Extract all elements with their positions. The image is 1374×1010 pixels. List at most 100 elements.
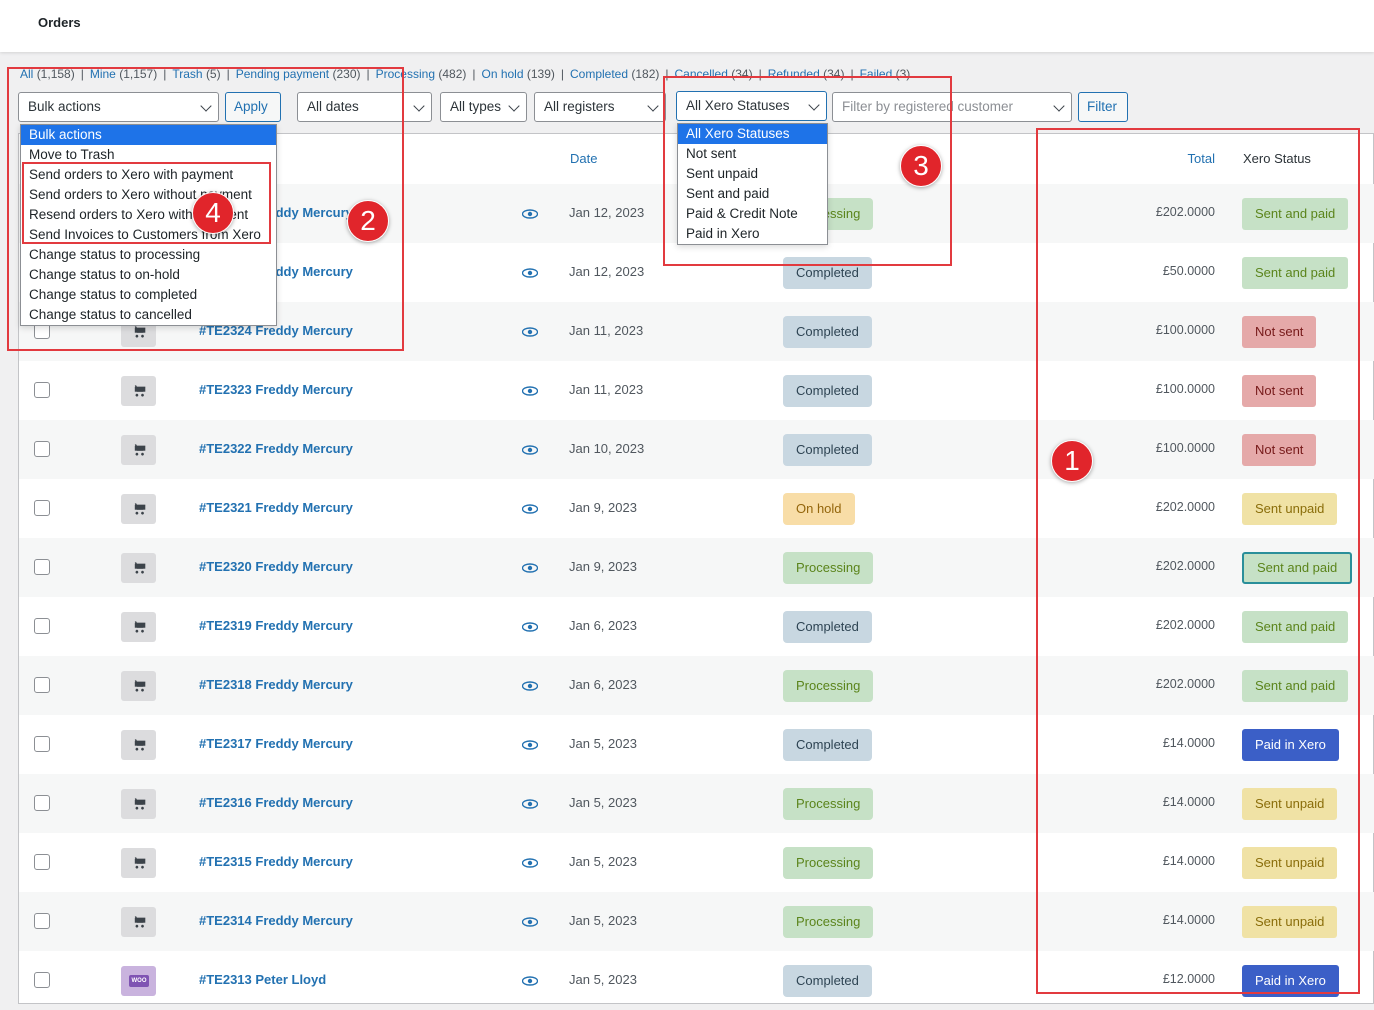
marker-3: 3 — [900, 145, 942, 187]
types-filter-label: All types — [450, 99, 502, 114]
cart-icon — [121, 730, 156, 760]
row-checkbox[interactable] — [34, 736, 50, 752]
marker-2: 2 — [347, 200, 389, 242]
highlight-box-xero-status-column — [1036, 128, 1360, 994]
order-link[interactable]: #TE2316 Freddy Mercury — [199, 795, 353, 810]
preview-eye-icon[interactable] — [521, 325, 539, 340]
order-link[interactable]: #TE2313 Peter Lloyd — [199, 972, 326, 987]
row-checkbox[interactable] — [34, 913, 50, 929]
order-date: Jan 12, 2023 — [569, 264, 645, 279]
registers-filter-select[interactable]: All registers — [534, 92, 666, 122]
order-date: Jan 5, 2023 — [569, 736, 637, 751]
row-checkbox[interactable] — [34, 854, 50, 870]
order-link[interactable]: #TE2315 Freddy Mercury — [199, 854, 353, 869]
highlight-box-xero-bulk-actions — [22, 162, 271, 244]
row-checkbox[interactable] — [34, 795, 50, 811]
order-date: Jan 5, 2023 — [569, 972, 637, 987]
order-link[interactable]: #TE2318 Freddy Mercury — [199, 677, 353, 692]
order-status-badge: Completed — [783, 729, 872, 761]
order-date: Jan 5, 2023 — [569, 913, 637, 928]
view-separator: | — [472, 67, 476, 81]
registers-filter-label: All registers — [544, 99, 615, 114]
view-link-label: Completed — [570, 67, 629, 81]
preview-eye-icon[interactable] — [521, 207, 539, 222]
order-date: Jan 12, 2023 — [569, 205, 645, 220]
order-link[interactable]: #TE2317 Freddy Mercury — [199, 736, 353, 751]
preview-eye-icon[interactable] — [521, 797, 539, 812]
order-date: Jan 11, 2023 — [569, 382, 644, 397]
types-filter-select[interactable]: All types — [440, 92, 527, 122]
marker-1: 1 — [1051, 440, 1093, 482]
order-date: Jan 9, 2023 — [569, 559, 637, 574]
order-link[interactable]: #TE2322 Freddy Mercury — [199, 441, 353, 456]
view-separator: | — [560, 67, 564, 81]
row-checkbox[interactable] — [34, 559, 50, 575]
cart-icon — [121, 494, 156, 524]
order-status-badge: Completed — [783, 316, 872, 348]
order-date: Jan 5, 2023 — [569, 795, 637, 810]
cart-icon — [121, 376, 156, 406]
marker-4: 4 — [192, 192, 234, 234]
column-header-date[interactable]: Date — [570, 151, 597, 166]
row-checkbox[interactable] — [34, 618, 50, 634]
order-date: Jan 10, 2023 — [569, 441, 645, 456]
woo-badge: WOO — [129, 975, 149, 987]
order-link[interactable]: #TE2314 Freddy Mercury — [199, 913, 353, 928]
chevron-down-icon — [413, 100, 425, 112]
order-date: Jan 9, 2023 — [569, 500, 637, 515]
row-checkbox[interactable] — [34, 500, 50, 516]
preview-eye-icon[interactable] — [521, 266, 539, 281]
row-checkbox[interactable] — [34, 441, 50, 457]
order-date: Jan 5, 2023 — [569, 854, 637, 869]
order-link[interactable]: #TE2323 Freddy Mercury — [199, 382, 353, 397]
order-link[interactable]: #TE2321 Freddy Mercury — [199, 500, 353, 515]
view-link-count: (182) — [631, 67, 660, 81]
order-date: Jan 6, 2023 — [569, 618, 637, 633]
chevron-down-icon — [647, 100, 659, 112]
order-status-badge: Completed — [783, 375, 872, 407]
cart-icon — [121, 907, 156, 937]
order-status-badge: Completed — [783, 611, 872, 643]
page-title: Orders — [38, 15, 81, 30]
preview-eye-icon[interactable] — [521, 443, 539, 458]
view-link[interactable]: On hold (139) — [481, 67, 554, 81]
preview-eye-icon[interactable] — [521, 679, 539, 694]
view-link[interactable]: Completed (182) — [570, 67, 659, 81]
order-status-badge: On hold — [783, 493, 855, 525]
order-status-badge: Processing — [783, 788, 874, 820]
order-status-badge: Processing — [783, 847, 874, 879]
order-status-badge: Completed — [783, 434, 872, 466]
woo-icon: WOO — [121, 966, 156, 996]
preview-eye-icon[interactable] — [521, 915, 539, 930]
cart-icon — [121, 435, 156, 465]
view-link-count: (139) — [526, 67, 555, 81]
view-link-count: (482) — [438, 67, 467, 81]
cart-icon — [121, 553, 156, 583]
order-date: Jan 6, 2023 — [569, 677, 637, 692]
cart-icon — [121, 789, 156, 819]
order-date: Jan 11, 2023 — [569, 323, 644, 338]
order-status-badge: Completed — [783, 965, 872, 997]
preview-eye-icon[interactable] — [521, 738, 539, 753]
order-link[interactable]: #TE2319 Freddy Mercury — [199, 618, 353, 633]
order-status-badge: Processing — [783, 552, 874, 584]
cart-icon — [121, 612, 156, 642]
view-link-label: On hold — [481, 67, 524, 81]
order-link[interactable]: #TE2320 Freddy Mercury — [199, 559, 353, 574]
preview-eye-icon[interactable] — [521, 974, 539, 989]
preview-eye-icon[interactable] — [521, 502, 539, 517]
chevron-down-icon — [508, 100, 520, 112]
chevron-down-icon — [1053, 100, 1065, 112]
preview-eye-icon[interactable] — [521, 620, 539, 635]
order-status-badge: Processing — [783, 670, 874, 702]
top-bar: Orders — [0, 0, 1374, 52]
preview-eye-icon[interactable] — [521, 856, 539, 871]
row-checkbox[interactable] — [34, 972, 50, 988]
cart-icon — [121, 671, 156, 701]
row-checkbox[interactable] — [34, 382, 50, 398]
preview-eye-icon[interactable] — [521, 384, 539, 399]
filter-button[interactable]: Filter — [1078, 92, 1128, 122]
preview-eye-icon[interactable] — [521, 561, 539, 576]
row-checkbox[interactable] — [34, 677, 50, 693]
cart-icon — [121, 848, 156, 878]
